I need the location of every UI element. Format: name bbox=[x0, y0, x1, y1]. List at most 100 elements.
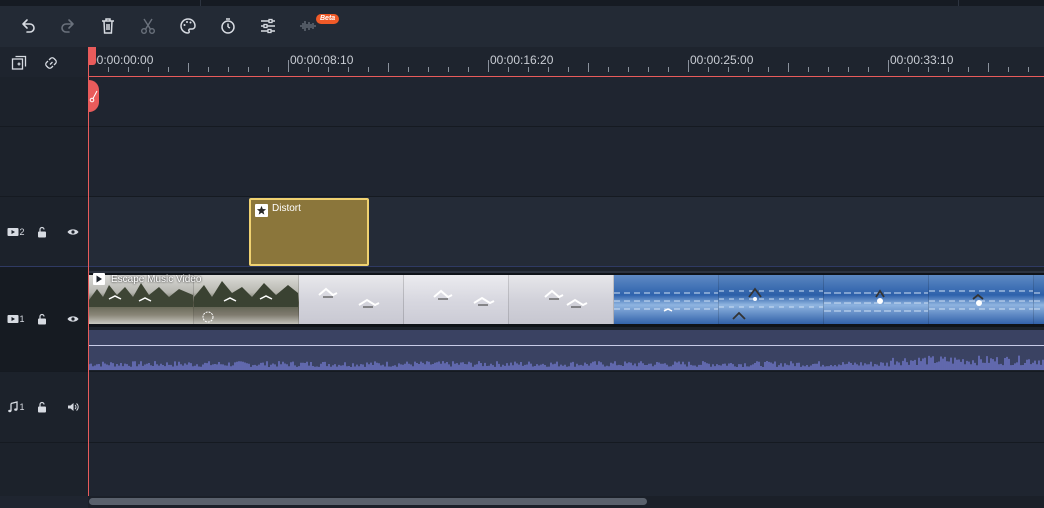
waveform-bars bbox=[89, 355, 1044, 370]
ruler-minor-tick bbox=[1028, 67, 1029, 72]
empty-track-row bbox=[88, 127, 1044, 197]
thumbnail bbox=[1034, 275, 1044, 325]
ruler-minor-tick bbox=[128, 67, 129, 72]
ruler-minor-tick bbox=[228, 67, 229, 72]
color-button[interactable] bbox=[176, 14, 200, 38]
ruler-minor-tick bbox=[528, 67, 529, 72]
thumbnail bbox=[509, 275, 614, 325]
audio-track-1-row bbox=[88, 372, 1044, 442]
audio-track-1-label: 1 bbox=[6, 400, 26, 414]
thumbnail bbox=[299, 275, 404, 325]
unlock-icon bbox=[38, 226, 46, 238]
ruler-minor-tick bbox=[1008, 67, 1009, 72]
ruler-minor-tick bbox=[608, 67, 609, 72]
visibility-toggle[interactable] bbox=[66, 225, 80, 239]
adjust-button[interactable] bbox=[256, 14, 280, 38]
visibility-toggle[interactable] bbox=[66, 312, 80, 326]
effect-clip-label: Distort bbox=[272, 203, 301, 214]
link-icon bbox=[45, 57, 57, 69]
delete-button[interactable] bbox=[96, 14, 120, 38]
video-track-2-row bbox=[88, 197, 1044, 267]
ruler-minor-tick bbox=[368, 67, 369, 72]
playhead-cut-handle[interactable] bbox=[88, 80, 99, 112]
ruler-minor-tick bbox=[648, 67, 649, 72]
ruler-minor-tick bbox=[168, 67, 169, 72]
video-clip-label: Escape Music Video bbox=[111, 273, 202, 285]
redo-icon bbox=[61, 19, 74, 33]
empty-track-row bbox=[88, 443, 1044, 496]
thumbnail bbox=[404, 275, 509, 325]
track-number: 1 bbox=[19, 314, 25, 324]
ruler-timecode: 00:00:00:00 bbox=[90, 53, 154, 67]
ruler-minor-tick bbox=[668, 67, 669, 72]
ruler-minor-tick bbox=[408, 67, 409, 72]
thumbnail bbox=[614, 275, 719, 325]
ruler-minor-tick bbox=[768, 67, 769, 72]
ruler-timecode: 00:00:16:20 bbox=[490, 53, 554, 67]
time-ruler[interactable]: 00:00:00:00 00:00:08:10 00:00:16:20 00:0… bbox=[88, 47, 1044, 77]
ruler-minor-tick bbox=[388, 63, 389, 72]
speaker-icon bbox=[68, 403, 79, 411]
timeline-toolbar: Beta bbox=[0, 6, 1044, 48]
ruler-minor-tick bbox=[828, 67, 829, 72]
ruler-minor-tick bbox=[988, 63, 989, 72]
video-clip-title: Escape Music Video bbox=[93, 273, 201, 285]
clip-thumbnails bbox=[89, 275, 1044, 325]
horizontal-scrollbar-thumb[interactable] bbox=[89, 498, 647, 505]
link-button[interactable] bbox=[41, 53, 61, 73]
ruler-minor-tick bbox=[848, 67, 849, 72]
ruler-minor-tick bbox=[628, 67, 629, 72]
effect-clip[interactable]: Distort bbox=[249, 198, 369, 266]
beta-badge: Beta bbox=[316, 14, 340, 24]
ruler-minor-tick bbox=[868, 67, 869, 72]
playhead-marker[interactable] bbox=[88, 47, 96, 65]
add-track-button[interactable] bbox=[9, 53, 29, 73]
empty-track-row bbox=[88, 77, 1044, 127]
audio-track-1-header: 1 bbox=[0, 372, 88, 442]
palette-icon bbox=[180, 18, 196, 34]
lock-toggle[interactable] bbox=[35, 400, 49, 414]
ruler-minor-tick bbox=[308, 67, 309, 72]
lock-toggle[interactable] bbox=[35, 312, 49, 326]
ruler-minor-tick bbox=[968, 67, 969, 72]
video-track-1-header: 1 bbox=[0, 267, 88, 371]
scissors-icon bbox=[89, 90, 97, 103]
video-track-icon bbox=[7, 315, 19, 323]
eye-icon bbox=[67, 229, 79, 235]
undo-icon bbox=[22, 19, 35, 33]
undo-button[interactable] bbox=[16, 14, 40, 38]
ruler-minor-tick bbox=[348, 67, 349, 72]
video-track-2-label: 2 bbox=[6, 225, 26, 239]
video-clip-audio[interactable] bbox=[89, 330, 1044, 370]
ruler-minor-tick bbox=[748, 67, 749, 72]
ruler-timecode: 00:00:08:10 bbox=[290, 53, 354, 67]
ruler-minor-tick bbox=[708, 67, 709, 72]
ruler-minor-tick bbox=[548, 67, 549, 72]
cut-button[interactable] bbox=[136, 14, 160, 38]
unlock-icon bbox=[38, 401, 46, 413]
thumbnail bbox=[194, 275, 299, 325]
ruler-major-tick bbox=[488, 60, 489, 72]
ruler-minor-tick bbox=[268, 67, 269, 72]
ruler-minor-tick bbox=[148, 67, 149, 72]
ruler-minor-tick bbox=[208, 67, 209, 72]
mute-toggle[interactable] bbox=[66, 400, 80, 414]
ruler-major-tick bbox=[888, 60, 889, 72]
scissors-icon bbox=[141, 18, 155, 34]
ruler-minor-tick bbox=[428, 67, 429, 72]
video-clip[interactable]: Escape Music Video bbox=[89, 271, 1044, 326]
playhead-line[interactable] bbox=[88, 47, 89, 502]
add-track-icon bbox=[11, 55, 27, 70]
empty-track-header bbox=[0, 77, 88, 127]
video-clip-bottom bbox=[89, 324, 1044, 327]
stopwatch-icon bbox=[221, 18, 235, 34]
lock-toggle[interactable] bbox=[35, 225, 49, 239]
speed-button[interactable] bbox=[216, 14, 240, 38]
redo-button[interactable] bbox=[56, 14, 80, 38]
track-number: 1 bbox=[19, 402, 25, 412]
waveform-icon bbox=[300, 21, 316, 31]
star-icon bbox=[255, 204, 268, 217]
thumbnail bbox=[929, 275, 1034, 325]
ruler-minor-tick bbox=[508, 67, 509, 72]
video-track-2-header: 2 bbox=[0, 197, 88, 267]
